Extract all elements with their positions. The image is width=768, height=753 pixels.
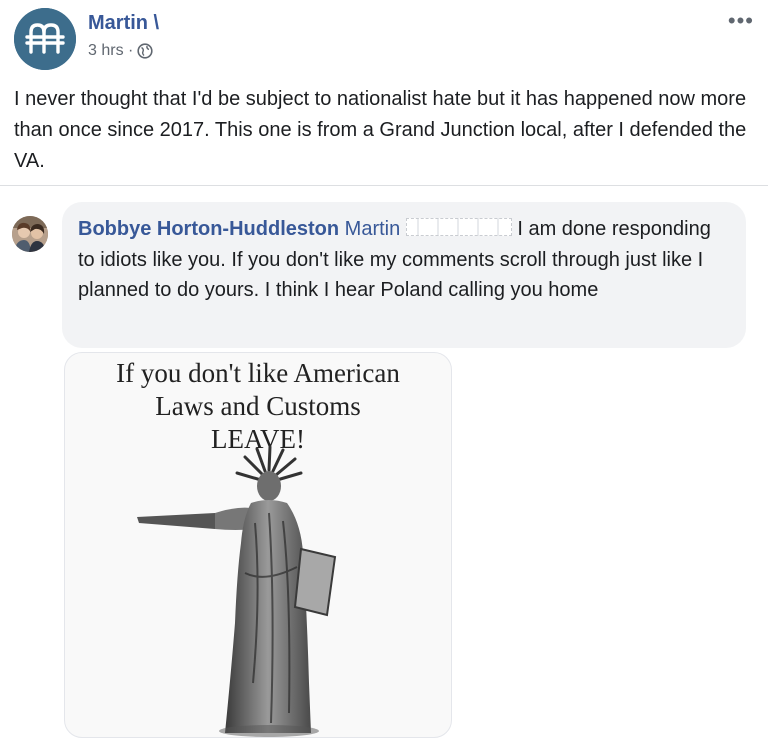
post-header: Martin \ 3 hrs · ••• xyxy=(0,0,768,74)
comment-bubble: Bobbye Horton-Huddleston Martin I am don… xyxy=(62,202,746,348)
comment-mention[interactable]: Martin xyxy=(345,218,401,240)
post-author-name[interactable]: Martin \ xyxy=(88,12,159,35)
post-meta: 3 hrs · xyxy=(88,42,153,60)
page-logo-icon xyxy=(14,8,76,70)
comments-section: Bobbye Horton-Huddleston Martin I am don… xyxy=(0,186,768,753)
comment-image[interactable]: If you don't like American Laws and Cust… xyxy=(64,352,452,738)
statue-of-liberty-illustration xyxy=(137,445,337,737)
more-options-icon[interactable]: ••• xyxy=(728,8,754,34)
globe-icon xyxy=(137,43,153,59)
commenter-photo-icon xyxy=(12,216,48,252)
comment-author-name[interactable]: Bobbye Horton-Huddleston xyxy=(78,218,339,240)
post-text: I never thought that I'd be subject to n… xyxy=(14,88,747,172)
post-timestamp[interactable]: 3 hrs · xyxy=(88,42,133,60)
page-avatar[interactable] xyxy=(14,8,76,70)
redacted-name xyxy=(405,218,512,236)
commenter-avatar[interactable] xyxy=(12,216,48,252)
